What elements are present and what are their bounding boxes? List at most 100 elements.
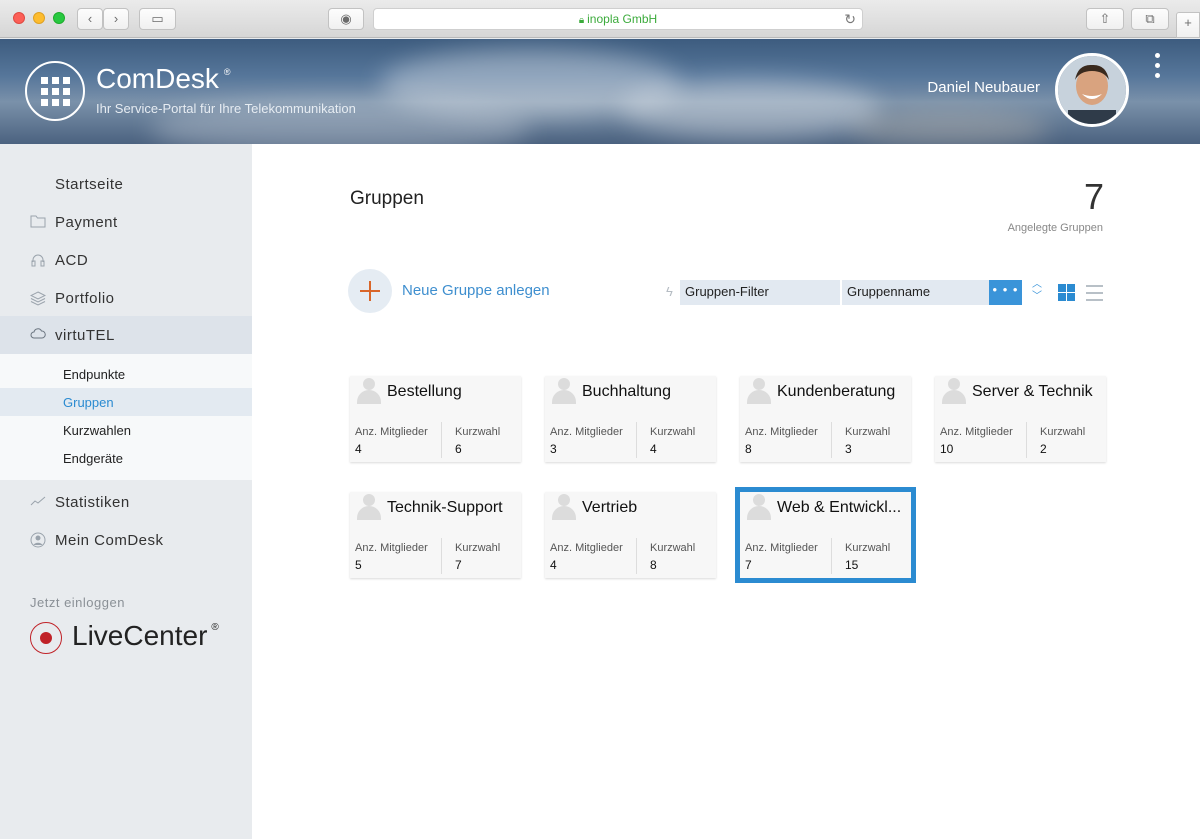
group-user-icon (551, 494, 576, 520)
group-name: Bestellung (387, 383, 462, 400)
close-window-button[interactable] (13, 12, 25, 24)
card-divider (636, 538, 637, 574)
members-value: 4 (355, 442, 362, 456)
card-divider (1026, 422, 1027, 458)
sort-icon[interactable]: ︿ ﹀ (1030, 279, 1044, 307)
sidebar-icon: ▭ (151, 11, 164, 26)
sidebar-item-virtutel[interactable]: virtuTEL (0, 316, 252, 354)
group-count: 7 (1083, 176, 1104, 217)
browser-toolbar: ‹ › ▭ ◉ 🔒︎ inopla GmbH ↻ ⇧ ⧉ + (0, 0, 1200, 38)
members-value: 7 (745, 558, 752, 572)
speed-dial-label: Kurzwahl (845, 426, 891, 438)
share-button[interactable]: ⇧ (1086, 8, 1124, 30)
grid-view-icon[interactable] (1058, 284, 1075, 301)
filter-icon: ϟ (666, 284, 673, 299)
group-count-label: Angelegte Gruppen (1007, 222, 1103, 234)
group-card[interactable]: Server & Technik Anz. Mitglieder Kurzwahl 1… (935, 376, 1106, 462)
new-tab-button[interactable]: + (1176, 12, 1200, 38)
sidebar-item-statistiken[interactable]: Statistiken (0, 483, 252, 521)
subnav-item-kurzwahlen[interactable]: Kurzwahlen (0, 416, 252, 444)
logo-icon[interactable] (25, 61, 85, 121)
list-view-icon[interactable] (1086, 285, 1103, 301)
page-title: Gruppen (350, 188, 424, 209)
group-name: Buchhaltung (582, 383, 671, 400)
user-name[interactable]: Daniel Neubauer (927, 79, 1040, 96)
group-name: Web & Entwickl... (777, 499, 902, 516)
sidebar-item-mein-comdesk[interactable]: Mein ComDesk (0, 521, 252, 559)
members-label: Anz. Mitglieder (940, 426, 1013, 438)
members-label: Anz. Mitglieder (550, 426, 623, 438)
headset-icon (30, 252, 46, 268)
speed-dial-label: Kurzwahl (455, 542, 501, 554)
chevron-left-icon: ‹ (87, 11, 93, 26)
subnav-item-endgeraete[interactable]: Endgeräte (0, 444, 252, 472)
add-group-button[interactable] (348, 269, 392, 313)
sidebar-item-portfolio[interactable]: Portfolio (0, 279, 252, 317)
share-icon: ⇧ (1099, 11, 1111, 26)
members-value: 5 (355, 558, 362, 572)
group-card[interactable]: Buchhaltung Anz. Mitglieder Kurzwahl 3 4 (545, 376, 716, 462)
tabs-icon: ⧉ (1145, 11, 1155, 26)
subnav-item-endpunkte[interactable]: Endpunkte (0, 360, 252, 388)
privacy-icon: ◉ (340, 11, 352, 26)
card-divider (831, 538, 832, 574)
zoom-window-button[interactable] (53, 12, 65, 24)
speed-dial-label: Kurzwahl (650, 542, 696, 554)
more-menu-icon[interactable] (1151, 53, 1163, 85)
livecenter-link[interactable]: LiveCenter ® (72, 620, 219, 652)
card-divider (441, 538, 442, 574)
speed-dial-label: Kurzwahl (1040, 426, 1086, 438)
add-group-label[interactable]: Neue Gruppe anlegen (402, 282, 550, 299)
plus-icon: + (1184, 15, 1192, 30)
group-name: Vertrieb (582, 499, 638, 516)
folder-icon (30, 214, 46, 230)
speed-dial-label: Kurzwahl (650, 426, 696, 438)
main-content: Gruppen 7 Angelegte Gruppen Neue Gruppe … (252, 144, 1200, 839)
members-value: 8 (745, 442, 752, 456)
speed-dial-value: 4 (650, 442, 657, 456)
sidebar-subnav: Endpunkte Gruppen Kurzwahlen Endgeräte (0, 354, 252, 480)
group-name: Technik-Support (387, 499, 503, 516)
group-card[interactable]: Web & Entwickl... Anz. Mitglieder Kurzwahl… (735, 487, 916, 583)
speed-dial-label: Kurzwahl (845, 542, 891, 554)
group-user-icon (941, 378, 966, 404)
sidebar-item-startseite[interactable]: Startseite (0, 165, 252, 203)
group-name: Server & Technik (972, 383, 1093, 400)
privacy-button[interactable]: ◉ (328, 8, 364, 30)
app-subtitle: Ihr Service-Portal für Ihre Telekommunik… (96, 101, 356, 116)
sidebar-item-payment[interactable]: Payment (0, 203, 252, 241)
group-card[interactable]: Vertrieb Anz. Mitglieder Kurzwahl 4 8 (545, 492, 716, 578)
layers-icon (29, 290, 47, 306)
group-user-icon (356, 494, 381, 520)
group-filter-input[interactable]: Gruppenname (842, 280, 989, 305)
members-value: 3 (550, 442, 557, 456)
back-button[interactable]: ‹ (77, 8, 103, 30)
address-bar[interactable]: 🔒︎ inopla GmbH ↻ (373, 8, 863, 30)
group-card[interactable]: Bestellung Anz. Mitglieder Kurzwahl 4 6 (350, 376, 521, 462)
minimize-window-button[interactable] (33, 12, 45, 24)
members-label: Anz. Mitglieder (355, 426, 428, 438)
cloud-icon (30, 327, 46, 343)
sidebar-item-acd[interactable]: ACD (0, 241, 252, 279)
group-filter-label: Gruppen-Filter (680, 280, 840, 305)
reload-icon[interactable]: ↻ (844, 9, 856, 29)
speed-dial-value: 6 (455, 442, 462, 456)
user-icon (30, 532, 46, 548)
avatar[interactable] (1055, 53, 1129, 127)
speed-dial-value: 2 (1040, 442, 1047, 456)
sidebar-toggle-button[interactable]: ▭ (139, 8, 176, 30)
card-divider (831, 422, 832, 458)
tabs-button[interactable]: ⧉ (1131, 8, 1169, 30)
group-card[interactable]: Technik-Support Anz. Mitglieder Kurzwahl 5 7 (350, 492, 521, 578)
group-user-icon (746, 494, 771, 520)
group-user-icon (356, 378, 381, 404)
members-label: Anz. Mitglieder (745, 426, 818, 438)
filter-options-button[interactable]: • • • (989, 280, 1022, 305)
speed-dial-value: 8 (650, 558, 657, 572)
lock-icon: 🔒︎ (578, 15, 585, 26)
members-value: 10 (940, 442, 954, 456)
group-card[interactable]: Kundenberatung Anz. Mitglieder Kurzwahl 8 3 (740, 376, 911, 462)
livecenter-icon[interactable] (30, 622, 62, 654)
forward-button[interactable]: › (103, 8, 129, 30)
subnav-item-gruppen[interactable]: Gruppen (0, 388, 252, 416)
